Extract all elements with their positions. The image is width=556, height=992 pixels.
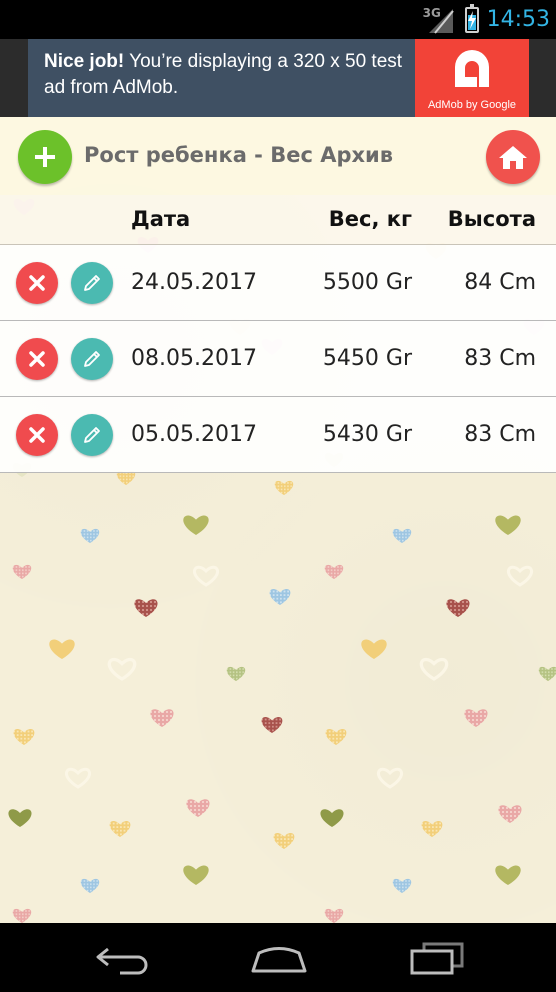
back-button[interactable]	[94, 941, 152, 979]
cell-date: 08.05.2017	[131, 346, 257, 371]
recent-apps-button[interactable]	[408, 941, 466, 979]
pencil-icon	[84, 427, 100, 443]
battery-icon	[464, 3, 479, 33]
cell-date: 05.05.2017	[131, 422, 257, 447]
ad-text-block: Nice job! You’re displaying a 320 x 50 t…	[28, 39, 415, 117]
back-icon	[96, 947, 148, 975]
network-type: 3G	[422, 5, 441, 20]
pencil-icon	[84, 275, 100, 291]
recent-apps-icon	[410, 942, 464, 975]
cell-height: 83 Cm	[464, 346, 536, 371]
admob-brand: AdMob by Google	[427, 99, 517, 111]
edit-button[interactable]	[71, 414, 113, 456]
ad-banner[interactable]: Nice job! You’re displaying a 320 x 50 t…	[28, 39, 529, 117]
records-table: Дата Вес, кг Высота 24.05.2017 5500 Gr 8…	[0, 195, 556, 473]
status-bar: 3G 14:53	[0, 0, 556, 39]
column-header-weight: Вес, кг	[328, 207, 412, 231]
cell-height: 83 Cm	[464, 422, 536, 447]
table-header: Дата Вес, кг Высота	[0, 195, 556, 245]
admob-logo: AdMob by Google	[415, 39, 529, 117]
home-nav-icon	[251, 947, 307, 973]
home-icon	[499, 146, 527, 169]
admob-icon	[455, 50, 489, 87]
ad-banner-area: Nice job! You’re displaying a 320 x 50 t…	[0, 39, 556, 117]
delete-button[interactable]	[16, 262, 58, 304]
table-row: 24.05.2017 5500 Gr 84 Cm	[0, 245, 556, 321]
cell-weight: 5430 Gr	[322, 422, 412, 447]
header-bar: Рост ребенка - Вес Архив	[0, 117, 556, 195]
close-icon	[29, 351, 45, 367]
column-header-height: Высота	[447, 207, 536, 231]
home-nav-button[interactable]	[250, 941, 308, 979]
cell-date: 24.05.2017	[131, 270, 257, 295]
navigation-bar	[0, 923, 556, 992]
column-header-date: Дата	[131, 207, 191, 231]
pencil-icon	[84, 351, 100, 367]
home-button[interactable]	[486, 130, 540, 184]
table-row: 08.05.2017 5450 Gr 83 Cm	[0, 321, 556, 397]
signal-icon: 3G	[423, 5, 457, 35]
app-content: Рост ребенка - Вес Архив Дата Вес, кг Вы…	[0, 117, 556, 923]
edit-button[interactable]	[71, 262, 113, 304]
cell-weight: 5500 Gr	[322, 270, 412, 295]
delete-button[interactable]	[16, 338, 58, 380]
cell-height: 84 Cm	[464, 270, 536, 295]
clock: 14:53	[486, 7, 550, 32]
add-record-button[interactable]	[18, 130, 72, 184]
cell-weight: 5450 Gr	[322, 346, 412, 371]
close-icon	[29, 427, 45, 443]
page-title: Рост ребенка - Вес Архив	[84, 143, 394, 167]
table-row: 05.05.2017 5430 Gr 83 Cm	[0, 397, 556, 473]
edit-button[interactable]	[71, 338, 113, 380]
ad-headline: Nice job!	[44, 51, 125, 72]
close-icon	[29, 275, 45, 291]
delete-button[interactable]	[16, 414, 58, 456]
